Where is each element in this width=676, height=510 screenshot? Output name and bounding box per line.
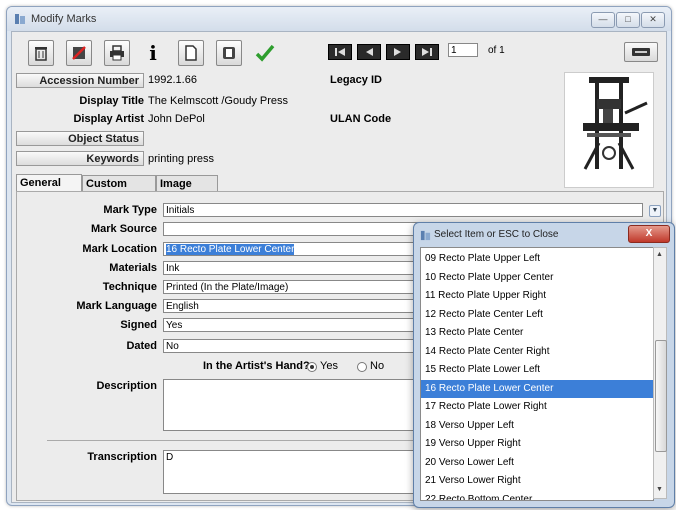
- next-record-button[interactable]: [386, 44, 410, 60]
- list-item[interactable]: 15 Recto Plate Lower Left: [421, 361, 653, 379]
- scroll-up-icon[interactable]: ▲: [656, 251, 663, 258]
- artists-hand-label: In the Artist's Hand?: [203, 360, 310, 372]
- mark-type-label: Mark Type: [103, 204, 157, 216]
- technique-label: Technique: [102, 281, 157, 293]
- last-record-button[interactable]: [415, 44, 439, 60]
- display-artist-label: Display Artist: [73, 113, 144, 125]
- list-item[interactable]: 13 Recto Plate Center: [421, 324, 653, 342]
- popup-close-button[interactable]: X: [628, 225, 670, 243]
- app-icon: [15, 14, 25, 24]
- tab-custom-fields[interactable]: Custom Fields: [82, 175, 156, 206]
- display-title-value: The Kelmscott /Goudy Press: [148, 95, 288, 107]
- document-icon: [185, 45, 197, 61]
- tab-image-list[interactable]: Image List: [156, 175, 218, 206]
- toolbar: i of 1: [12, 32, 666, 70]
- keywords-value: printing press: [148, 153, 215, 165]
- accession-number-button[interactable]: Accession Number: [16, 73, 144, 88]
- mark-language-label: Mark Language: [76, 300, 157, 312]
- mark-source-label: Mark Source: [90, 223, 157, 235]
- previous-icon: [366, 48, 373, 56]
- last-icon: [422, 48, 432, 56]
- object-thumbnail: [564, 72, 654, 188]
- signed-label: Signed: [120, 319, 157, 331]
- object-status-button[interactable]: Object Status: [16, 131, 144, 146]
- mark-location-selected-text: 16 Recto Plate Lower Center: [166, 244, 295, 255]
- list-item[interactable]: 12 Recto Plate Center Left: [421, 306, 653, 324]
- list-item[interactable]: 09 Recto Plate Upper Left: [421, 250, 653, 268]
- maximize-button[interactable]: □: [616, 12, 640, 28]
- checkmark-icon: [255, 44, 275, 62]
- legacy-id-label: Legacy ID: [330, 74, 382, 86]
- trash-icon: [35, 47, 47, 61]
- title-bar: Modify Marks — □ ✕: [7, 7, 671, 31]
- save-button[interactable]: [252, 40, 278, 66]
- scrollbar-thumb[interactable]: [655, 340, 667, 452]
- ulan-code-label: ULAN Code: [330, 113, 392, 125]
- artists-hand-no-label: No: [370, 360, 385, 372]
- list-item[interactable]: 10 Recto Plate Upper Center: [421, 269, 653, 287]
- keyboard-button[interactable]: [624, 42, 658, 62]
- artists-hand-no-radio[interactable]: [357, 362, 367, 372]
- cancel-edit-button[interactable]: [66, 40, 92, 66]
- minimize-button[interactable]: —: [591, 12, 615, 28]
- close-window-button[interactable]: ✕: [641, 12, 665, 28]
- print-button[interactable]: [104, 40, 130, 66]
- list-item[interactable]: 11 Recto Plate Upper Right: [421, 287, 653, 305]
- list-scrollbar[interactable]: ▲ ▼: [653, 247, 667, 499]
- mark-type-field[interactable]: Initials: [163, 203, 643, 217]
- printer-icon: [110, 45, 124, 61]
- description-label: Description: [96, 380, 157, 392]
- copy-button[interactable]: [216, 40, 242, 66]
- window-title: Modify Marks: [31, 13, 97, 25]
- list-item[interactable]: 16 Recto Plate Lower Center: [421, 379, 653, 398]
- artists-hand-yes-radio[interactable]: [307, 362, 317, 372]
- page-count-label: of 1: [488, 45, 505, 56]
- copy-icon: [223, 47, 235, 59]
- list-item[interactable]: 14 Recto Plate Center Right: [421, 343, 653, 361]
- dated-label: Dated: [126, 340, 157, 352]
- keywords-button[interactable]: Keywords: [16, 151, 144, 166]
- next-icon: [394, 48, 401, 56]
- first-icon: [335, 48, 345, 56]
- artists-hand-yes-label: Yes: [320, 360, 338, 372]
- scroll-down-icon[interactable]: ▼: [656, 486, 663, 493]
- list-item[interactable]: 22 Recto Bottom Center: [421, 491, 653, 501]
- popup-title: Select Item or ESC to Close: [434, 229, 559, 240]
- app-icon: [420, 230, 431, 241]
- list-item[interactable]: 21 Verso Lower Right: [421, 472, 653, 490]
- tab-general-info[interactable]: General Info: [16, 174, 82, 205]
- transcription-label: Transcription: [87, 451, 157, 463]
- list-item[interactable]: 18 Verso Upper Left: [421, 417, 653, 435]
- list-item[interactable]: 17 Recto Plate Lower Right: [421, 398, 653, 416]
- new-record-button[interactable]: [178, 40, 204, 66]
- list-item[interactable]: 20 Verso Lower Left: [421, 454, 653, 472]
- materials-label: Materials: [109, 262, 157, 274]
- previous-record-button[interactable]: [357, 44, 381, 60]
- mark-location-label: Mark Location: [82, 243, 157, 255]
- display-artist-value: John DePol: [148, 113, 205, 125]
- info-icon: i: [149, 41, 157, 65]
- no-edit-icon: [72, 46, 86, 60]
- list-item[interactable]: 19 Verso Upper Right: [421, 435, 653, 453]
- info-button[interactable]: i: [140, 40, 166, 66]
- accession-number-value: 1992.1.66: [148, 74, 197, 86]
- location-list: 09 Recto Plate Upper Left 10 Recto Plate …: [420, 247, 654, 501]
- display-title-label: Display Title: [79, 95, 144, 107]
- delete-button[interactable]: [28, 40, 54, 66]
- dropdown-arrow-icon[interactable]: ▼: [649, 205, 661, 217]
- select-item-popup: Select Item or ESC to Close X 09 Recto P…: [413, 222, 675, 508]
- first-record-button[interactable]: [328, 44, 352, 60]
- printing-press-image: [583, 77, 648, 170]
- page-number-input[interactable]: [448, 43, 478, 57]
- keyboard-icon: [632, 48, 650, 56]
